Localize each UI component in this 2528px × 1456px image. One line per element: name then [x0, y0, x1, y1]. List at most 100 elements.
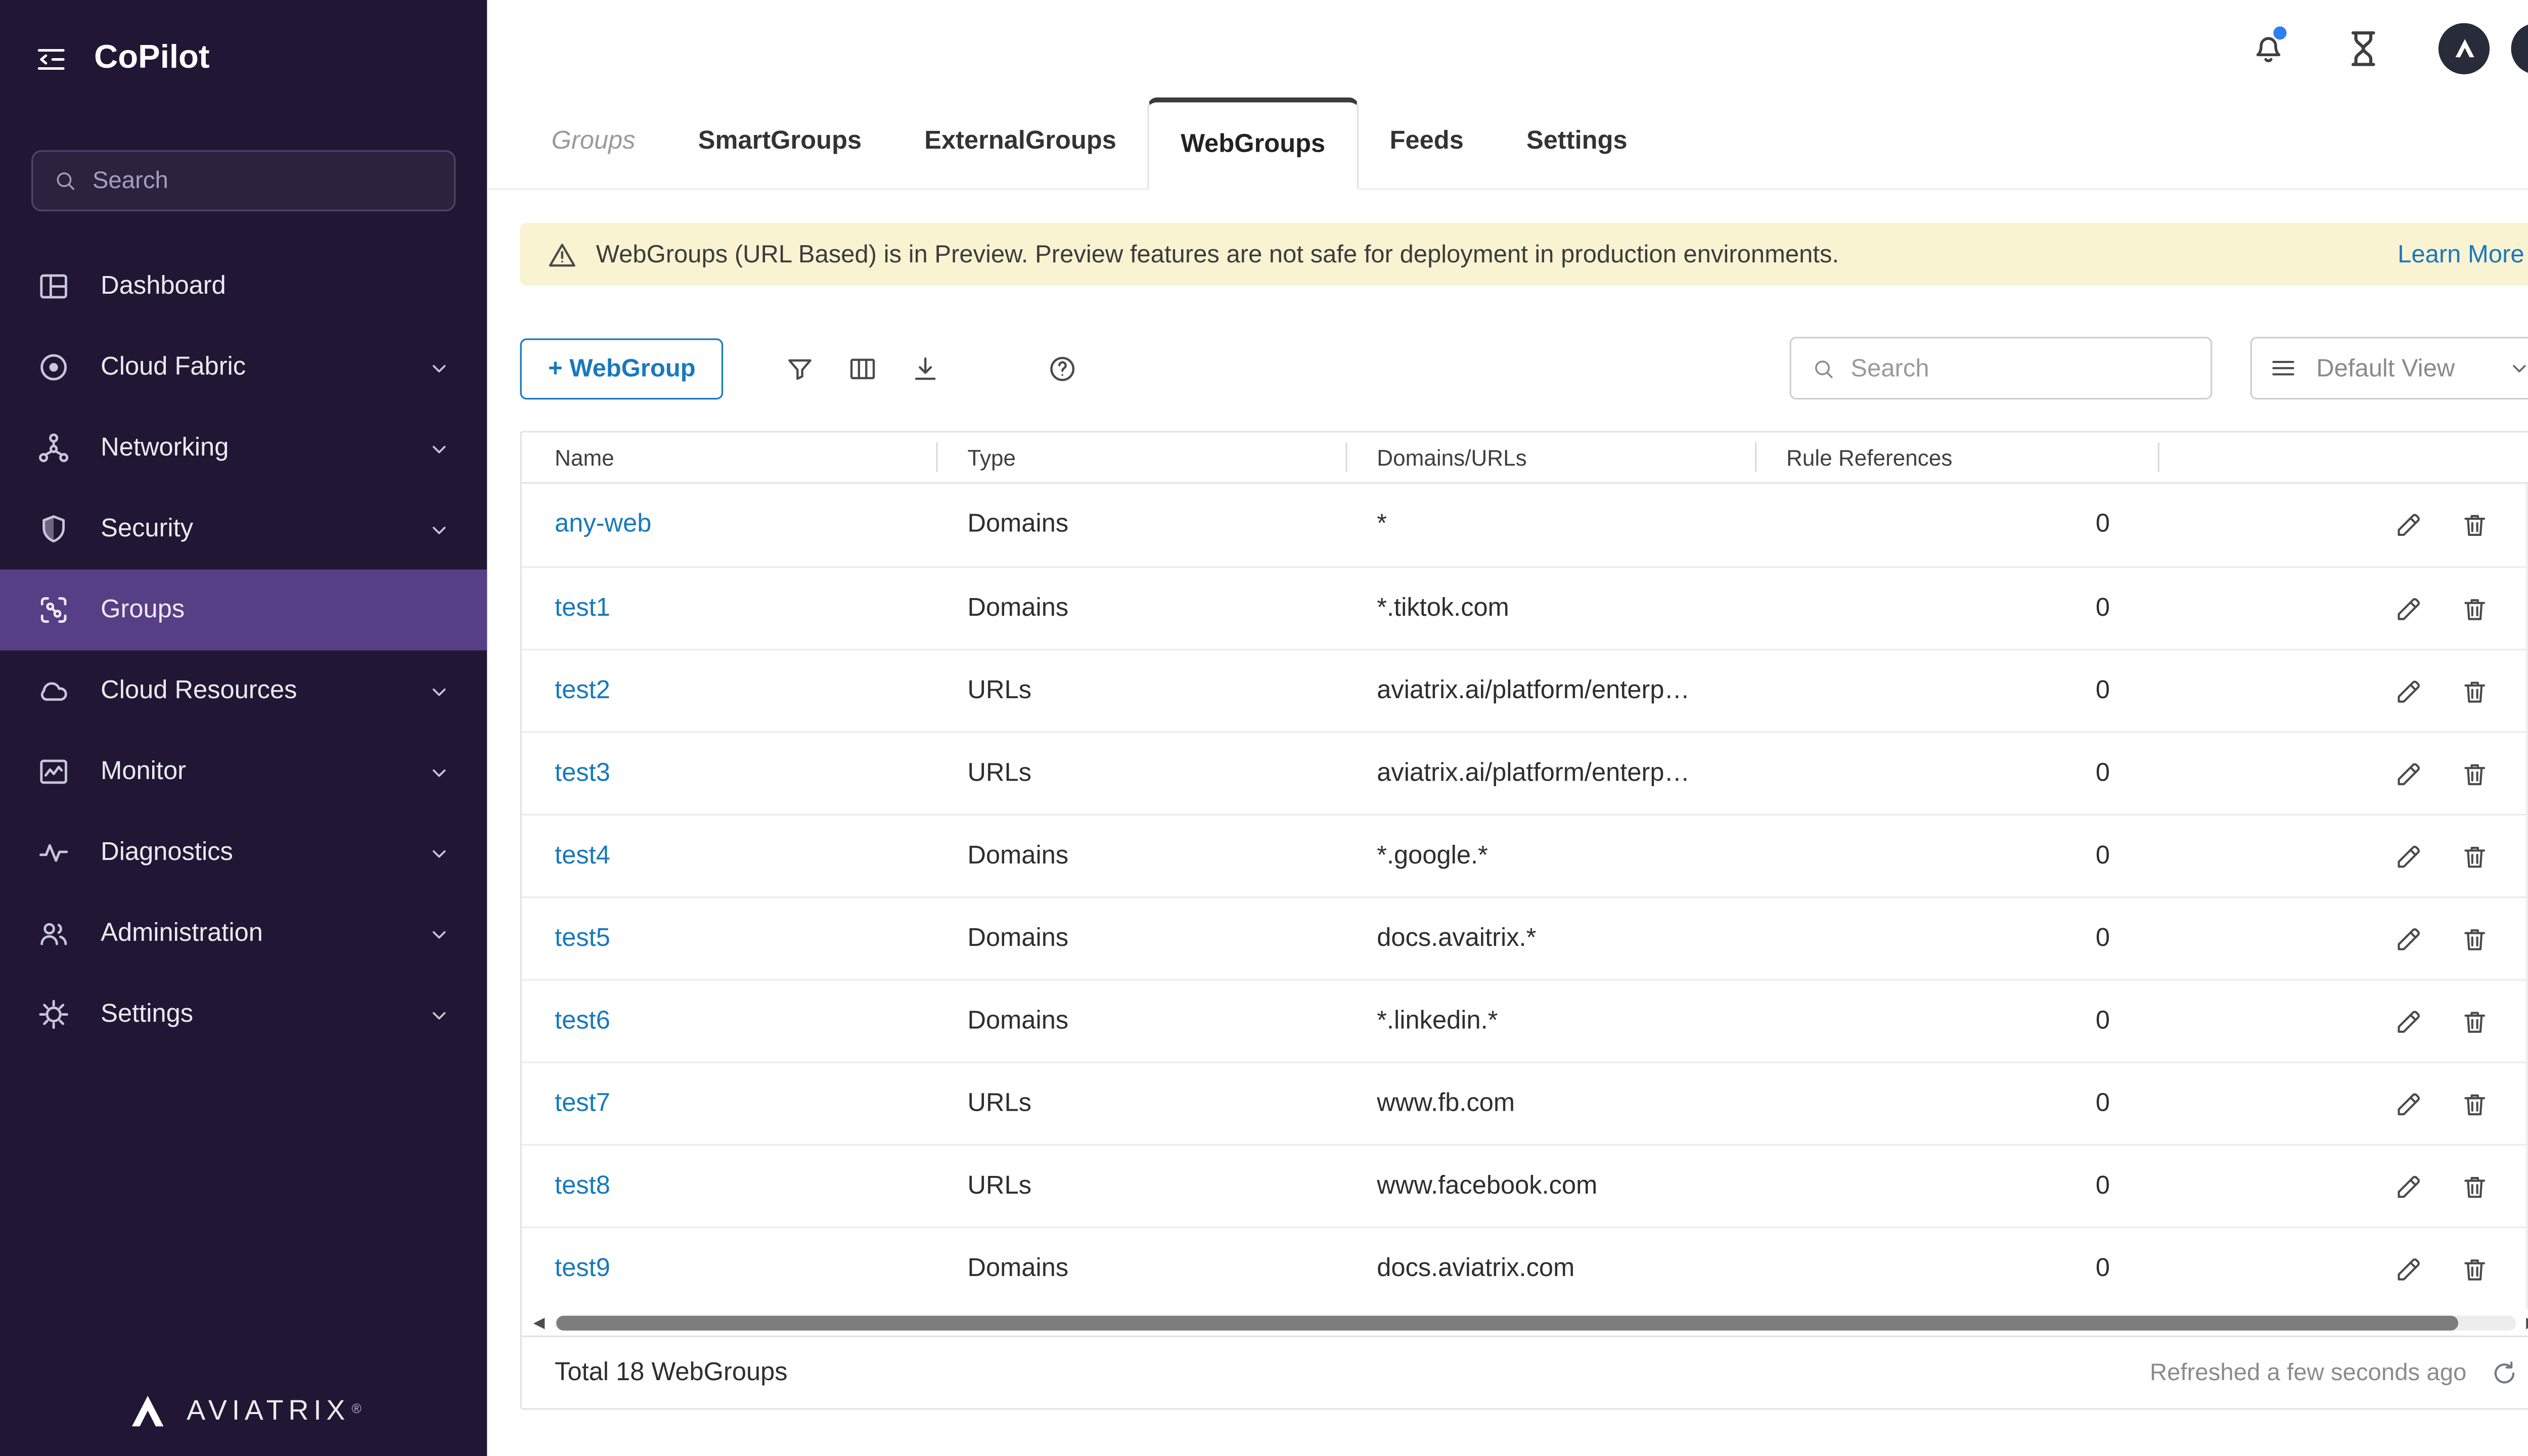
cell-domains-urls: aviatrix.ai/platform/enterp…: [1347, 758, 1756, 788]
cell-rule-references: 0: [1756, 758, 2159, 788]
delete-icon[interactable]: [2460, 758, 2490, 788]
delete-icon[interactable]: [2460, 841, 2490, 871]
refresh-status: Refreshed a few seconds ago: [2150, 1358, 2519, 1388]
sidebar-search[interactable]: [31, 150, 456, 211]
column-header-domains-urls[interactable]: Domains/URLs: [1347, 433, 1756, 482]
sidebar-item-security[interactable]: Security: [0, 489, 487, 570]
sidebar-item-cloud-fabric[interactable]: Cloud Fabric: [0, 327, 487, 408]
preview-warning-banner: WebGroups (URL Based) is in Preview. Pre…: [520, 223, 2528, 286]
view-selector-label: Default View: [2298, 354, 2506, 382]
edit-icon[interactable]: [2394, 1171, 2424, 1201]
cell-rule-references: 0: [1756, 676, 2159, 706]
edit-icon[interactable]: [2394, 924, 2424, 953]
delete-icon[interactable]: [2460, 1088, 2490, 1118]
delete-icon[interactable]: [2460, 1254, 2490, 1284]
columns-icon[interactable]: [847, 352, 879, 384]
sidebar-item-networking[interactable]: Networking: [0, 408, 487, 489]
cell-rule-references: 0: [1756, 594, 2159, 623]
edit-icon[interactable]: [2394, 594, 2424, 623]
sidebar-item-groups[interactable]: Groups: [0, 570, 487, 651]
cell-type: Domains: [938, 1254, 1347, 1284]
sidebar-item-diagnostics[interactable]: Diagnostics: [0, 812, 487, 893]
sidebar-item-cloud-resources[interactable]: Cloud Resources: [0, 651, 487, 732]
delete-icon[interactable]: [2460, 924, 2490, 953]
webgroup-name-link[interactable]: test7: [555, 1088, 610, 1117]
cell-type: Domains: [938, 594, 1347, 623]
sidebar-search-input[interactable]: [93, 167, 434, 194]
column-header-name[interactable]: Name: [522, 433, 938, 482]
diagnostics-icon: [36, 835, 71, 870]
vertical-scrollbar[interactable]: ▲ ▼: [2526, 484, 2528, 1309]
edit-icon[interactable]: [2394, 1254, 2424, 1284]
delete-icon[interactable]: [2460, 594, 2490, 623]
webgroup-name-link[interactable]: test4: [555, 841, 610, 870]
delete-icon[interactable]: [2460, 510, 2490, 540]
table-search-input[interactable]: [1850, 354, 2191, 382]
table-row: test5 Domains docs.avaitrix.* 0: [522, 896, 2528, 979]
refresh-icon[interactable]: [2490, 1358, 2519, 1388]
cell-type: Domains: [938, 924, 1347, 953]
webgroup-name-link[interactable]: test3: [555, 758, 610, 787]
sidebar-item-dashboard[interactable]: Dashboard: [0, 246, 487, 327]
edit-icon[interactable]: [2394, 510, 2424, 540]
scroll-left-arrow[interactable]: ◀: [533, 1315, 545, 1330]
column-header-type[interactable]: Type: [938, 433, 1347, 482]
tab-externalgroups[interactable]: ExternalGroups: [893, 96, 1148, 188]
edit-icon[interactable]: [2394, 1088, 2424, 1118]
scroll-right-arrow[interactable]: ▶: [2526, 1315, 2528, 1330]
dashboard-icon: [36, 269, 71, 304]
webgroup-name-link[interactable]: test8: [555, 1171, 610, 1200]
edit-icon[interactable]: [2394, 841, 2424, 871]
cell-actions: [2159, 1006, 2528, 1036]
download-icon[interactable]: [910, 352, 941, 384]
delete-icon[interactable]: [2460, 1006, 2490, 1036]
horizontal-scrollbar[interactable]: ◀ ▶: [522, 1309, 2528, 1335]
table-body: any-web Domains * 0 test1 Domains *.tikt…: [522, 484, 2528, 1309]
warning-icon: [547, 239, 578, 270]
add-webgroup-button[interactable]: + WebGroup: [520, 338, 724, 399]
edit-icon[interactable]: [2394, 676, 2424, 706]
horizontal-scrollbar-thumb[interactable]: [556, 1315, 2459, 1330]
cell-actions: [2159, 1254, 2528, 1284]
learn-more-link[interactable]: Learn More: [2398, 240, 2524, 268]
edit-icon[interactable]: [2394, 758, 2424, 788]
webgroup-name-link[interactable]: any-web: [555, 510, 651, 538]
tab-webgroups[interactable]: WebGroups: [1148, 98, 1359, 190]
webgroup-name-link[interactable]: test6: [555, 1006, 610, 1034]
sidebar-item-administration[interactable]: Administration: [0, 893, 487, 974]
webgroup-name-link[interactable]: test2: [555, 676, 610, 704]
aviatrix-logo: AVIATRIX ®: [0, 1388, 487, 1456]
table-row: test2 URLs aviatrix.ai/platform/enterp… …: [522, 649, 2528, 731]
cell-domains-urls: *.google.*: [1347, 841, 1756, 871]
view-selector[interactable]: Default View: [2250, 337, 2528, 399]
sidebar-item-settings[interactable]: Settings: [0, 974, 487, 1055]
sidebar-item-monitor[interactable]: Monitor: [0, 732, 487, 812]
user-avatar[interactable]: A: [2511, 22, 2528, 73]
edit-icon[interactable]: [2394, 1006, 2424, 1036]
delete-icon[interactable]: [2460, 676, 2490, 706]
help-icon[interactable]: [1047, 352, 1078, 384]
cell-name: test9: [522, 1254, 938, 1284]
tab-settings[interactable]: Settings: [1495, 96, 1659, 188]
cell-domains-urls: *: [1347, 510, 1756, 540]
tab-smartgroups[interactable]: SmartGroups: [667, 96, 893, 188]
cell-type: URLs: [938, 1171, 1347, 1201]
menu-fold-icon[interactable]: [33, 40, 69, 77]
webgroup-name-link[interactable]: test9: [555, 1254, 610, 1282]
webgroup-name-link[interactable]: test5: [555, 924, 610, 952]
horizontal-scrollbar-track[interactable]: [555, 1315, 2516, 1330]
tab-groups[interactable]: Groups: [520, 96, 667, 188]
chevron-down-icon: [426, 1001, 452, 1027]
aviatrix-avatar[interactable]: [2439, 22, 2490, 73]
delete-icon[interactable]: [2460, 1171, 2490, 1201]
column-header-rule-references[interactable]: Rule References: [1756, 433, 2159, 482]
tab-feeds[interactable]: Feeds: [1359, 96, 1495, 188]
cell-name: test7: [522, 1088, 938, 1118]
table-search[interactable]: [1790, 337, 2213, 399]
filter-icon[interactable]: [785, 352, 816, 384]
chevron-down-icon: [426, 839, 452, 866]
toolbar-icons: [785, 352, 1078, 384]
aviatrix-logo-text: AVIATRIX: [187, 1394, 350, 1427]
hourglass-icon[interactable]: [2341, 26, 2385, 70]
webgroup-name-link[interactable]: test1: [555, 594, 610, 622]
